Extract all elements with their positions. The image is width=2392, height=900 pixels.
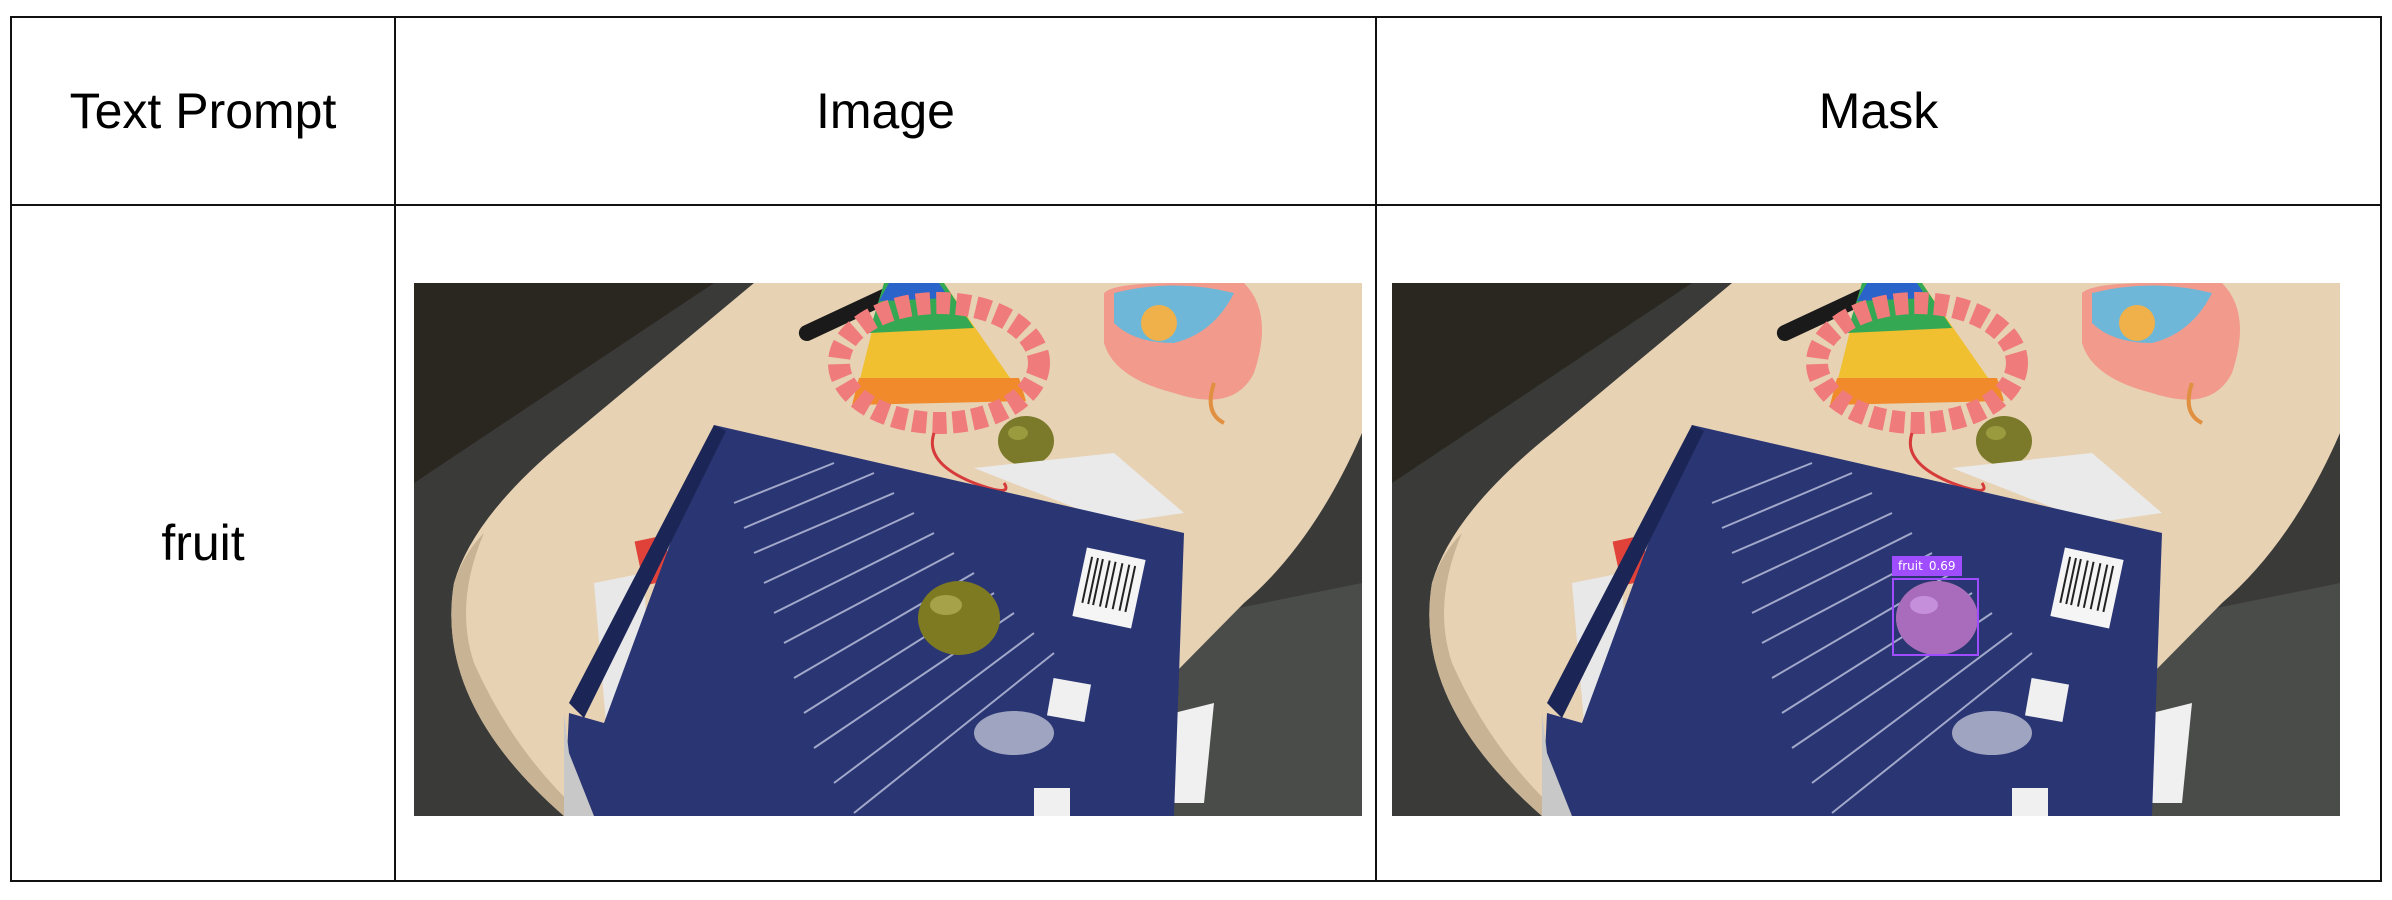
mask-image: fruit 0.69 <box>1392 283 2340 816</box>
header-text-prompt: Text Prompt <box>69 83 337 139</box>
detection-box <box>1892 578 1979 656</box>
input-image <box>414 283 1362 816</box>
detection-label: fruit 0.69 <box>1892 556 1962 576</box>
detection-score: 0.69 <box>1928 559 1956 573</box>
prompt-cell: fruit <box>161 515 245 571</box>
header-image: Image <box>816 83 955 139</box>
detection-class: fruit <box>1898 559 1923 573</box>
header-mask: Mask <box>1818 83 1939 139</box>
